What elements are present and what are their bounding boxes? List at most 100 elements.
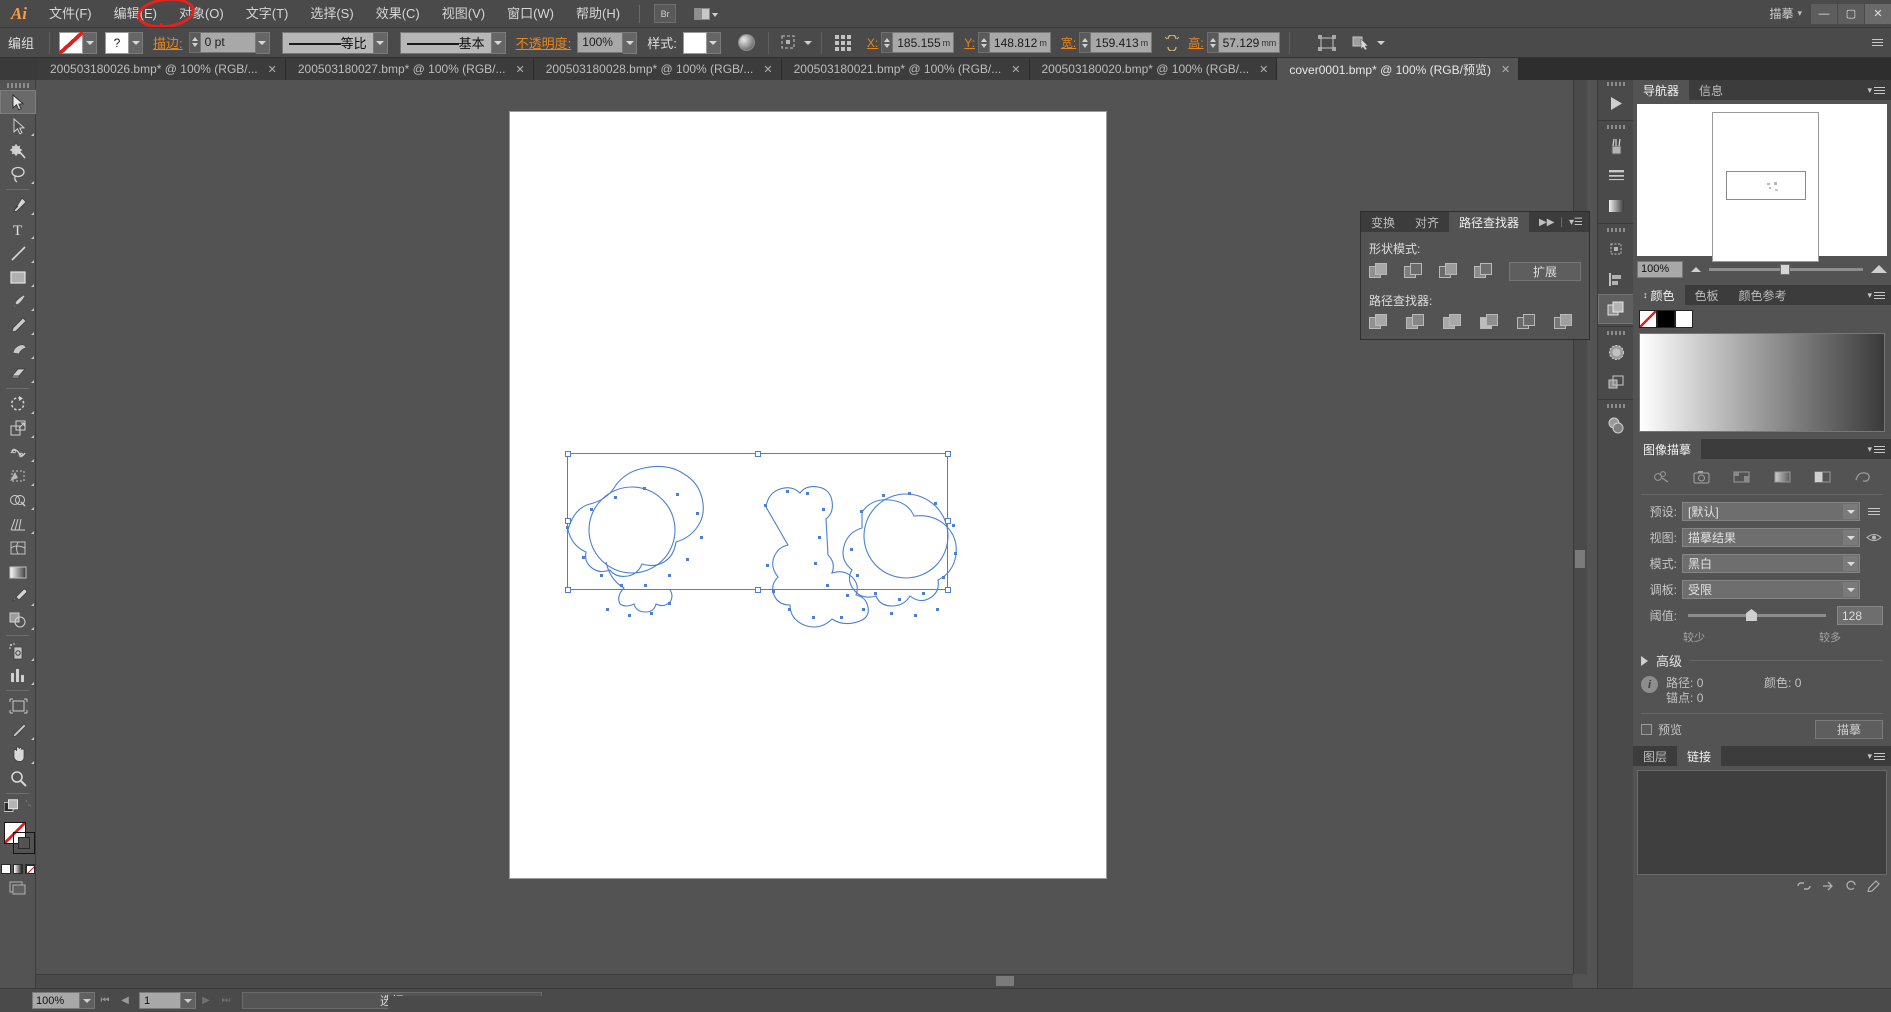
status-page-value[interactable]: 1 (139, 992, 181, 1009)
go-to-link-icon[interactable] (1821, 880, 1835, 892)
navigator-zoom-value[interactable]: 100% (1637, 260, 1683, 278)
outline-trace-icon[interactable] (1854, 470, 1871, 484)
layers-panel-menu-icon[interactable]: ▾ (1867, 746, 1891, 766)
appearance-icon[interactable] (1598, 367, 1634, 397)
palette-chevron-down-icon[interactable] (1843, 582, 1858, 597)
stroke-swatch[interactable]: ? (105, 31, 130, 54)
transform-y-control[interactable]: 148.812 m (977, 32, 1051, 53)
toolbar-stroke-swatch[interactable] (13, 832, 35, 854)
select-similar-objects-icon[interactable] (1349, 32, 1373, 54)
selection-bounding-box[interactable] (564, 450, 951, 593)
status-zoom-dropdown-icon[interactable] (80, 992, 95, 1009)
selection-tool-icon[interactable] (0, 90, 36, 114)
mode-chevron-down-icon[interactable] (1843, 556, 1858, 571)
menu-edit[interactable]: 编辑(E) (103, 0, 168, 27)
transform-height-stepper[interactable] (1206, 32, 1218, 53)
dock-grip-2[interactable] (1598, 123, 1633, 131)
tab-info[interactable]: 信息 (1689, 80, 1733, 100)
tab-pathfinder[interactable]: 路径查找器 (1449, 212, 1530, 232)
view-chevron-down-icon[interactable] (1843, 530, 1858, 545)
tab-close-icon[interactable]: ✕ (1011, 63, 1020, 76)
brush-definition-control[interactable]: 基本 (399, 31, 506, 54)
pathfinder-panel[interactable]: 变换 对齐 路径查找器 ▶▶ | ▾☰ 形状模式: 扩展 路径查找器: (1360, 211, 1590, 340)
symbol-sprayer-tool-icon[interactable] (0, 639, 36, 663)
screen-mode-button[interactable] (0, 880, 35, 895)
threshold-slider[interactable] (1688, 609, 1826, 621)
rectangle-tool-icon[interactable] (0, 265, 36, 289)
fill-color-control[interactable] (59, 31, 98, 54)
constrain-proportions-icon[interactable] (1160, 32, 1184, 54)
selection-handle-mr[interactable] (944, 518, 951, 524)
fill-dropdown-icon[interactable] (83, 31, 98, 54)
brush-definition-dropdown-icon[interactable] (491, 31, 506, 54)
none-fill-icon[interactable] (24, 864, 35, 874)
edit-original-icon[interactable] (1867, 880, 1881, 892)
lasso-tool-icon[interactable] (0, 162, 36, 186)
selection-handle-bl[interactable] (564, 586, 571, 593)
divide-icon[interactable] (1369, 314, 1389, 332)
eraser-tool-icon[interactable] (0, 361, 36, 385)
threshold-value[interactable]: 128 (1837, 606, 1883, 625)
gradient-fill-icon[interactable] (12, 864, 23, 874)
artboards-icon[interactable] (1598, 234, 1634, 264)
navigator-panel-menu-icon[interactable]: ▾ (1867, 80, 1891, 100)
shape-builder-tool-icon[interactable] (0, 488, 36, 512)
selection-handle-tr[interactable] (944, 450, 951, 457)
width-tool-icon[interactable] (0, 440, 36, 464)
transform-y-stepper[interactable] (977, 32, 989, 53)
transform-x-stepper[interactable] (881, 32, 893, 53)
stroke-icon[interactable] (1598, 161, 1634, 191)
status-zoom-value[interactable]: 100% (32, 992, 80, 1009)
transform-x-value[interactable]: 185.155 m (892, 32, 955, 53)
blob-brush-tool-icon[interactable] (0, 337, 36, 361)
align-dropdown-icon[interactable] (803, 40, 812, 45)
mesh-tool-icon[interactable] (0, 536, 36, 560)
auto-color-icon[interactable] (1653, 470, 1670, 484)
width-profile-dropdown-icon[interactable] (373, 31, 388, 54)
outline-icon[interactable] (1517, 314, 1537, 332)
width-profile-value[interactable]: 等比 (281, 31, 374, 54)
mode-select[interactable]: 黑白 (1682, 554, 1860, 573)
menu-type[interactable]: 文字(T) (235, 0, 300, 27)
zoom-tool-icon[interactable] (0, 766, 36, 790)
direct-selection-tool-icon[interactable] (0, 114, 36, 138)
dock-grip-1[interactable] (1598, 80, 1633, 88)
stroke-weight-control[interactable]: 0 pt (188, 31, 270, 54)
document-tab-4[interactable]: 200503180020.bmp* @ 100% (RGB/... ✕ (1029, 58, 1278, 80)
brush-definition-value[interactable]: 基本 (399, 31, 492, 54)
minus-front-icon[interactable] (1404, 262, 1424, 281)
black-and-white-icon[interactable] (1814, 470, 1831, 484)
opacity-dropdown-icon[interactable] (623, 31, 638, 54)
previous-page-icon[interactable]: ◀ (115, 992, 135, 1009)
workspace-label[interactable]: 描摹 (1769, 5, 1797, 22)
selection-handle-bc[interactable] (755, 586, 761, 593)
selection-handle-br[interactable] (944, 586, 951, 593)
transform-x-control[interactable]: 185.155 m (881, 32, 955, 53)
slice-tool-icon[interactable] (0, 718, 36, 742)
first-page-icon[interactable]: ⏮ (95, 992, 115, 1009)
minimize-button[interactable]: — (1811, 3, 1837, 24)
transform-height-control[interactable]: 57.129 mm (1206, 32, 1280, 53)
pencil-tool-icon[interactable] (0, 313, 36, 337)
crop-icon[interactable] (1480, 314, 1500, 332)
relink-icon[interactable] (1796, 880, 1812, 892)
type-tool-icon[interactable]: T (0, 217, 36, 241)
blend-tool-icon[interactable] (0, 608, 36, 632)
trim-icon[interactable] (1406, 314, 1426, 332)
artboard-tool-icon[interactable] (0, 694, 36, 718)
tab-layers[interactable]: 图层 (1633, 746, 1677, 766)
tab-close-icon[interactable]: ✕ (1259, 63, 1268, 76)
tab-close-icon[interactable]: ✕ (516, 63, 525, 76)
draw-normal-icon[interactable] (4, 799, 18, 814)
paintbrush-tool-icon[interactable] (0, 289, 36, 313)
status-zoom-control[interactable]: 100% (32, 992, 95, 1009)
unite-icon[interactable] (1369, 262, 1389, 281)
none-swatch-icon[interactable] (1639, 310, 1657, 328)
workspace-chevron-icon[interactable]: ▾ (1797, 8, 1810, 19)
opacity-label[interactable]: 不透明度: (516, 33, 572, 52)
fill-stroke-controls[interactable] (0, 820, 36, 860)
black-swatch-icon[interactable] (1657, 310, 1675, 328)
pathfinder-icon[interactable] (1598, 294, 1634, 324)
merge-icon[interactable] (1443, 314, 1463, 332)
preset-select[interactable]: [默认] (1682, 502, 1860, 521)
